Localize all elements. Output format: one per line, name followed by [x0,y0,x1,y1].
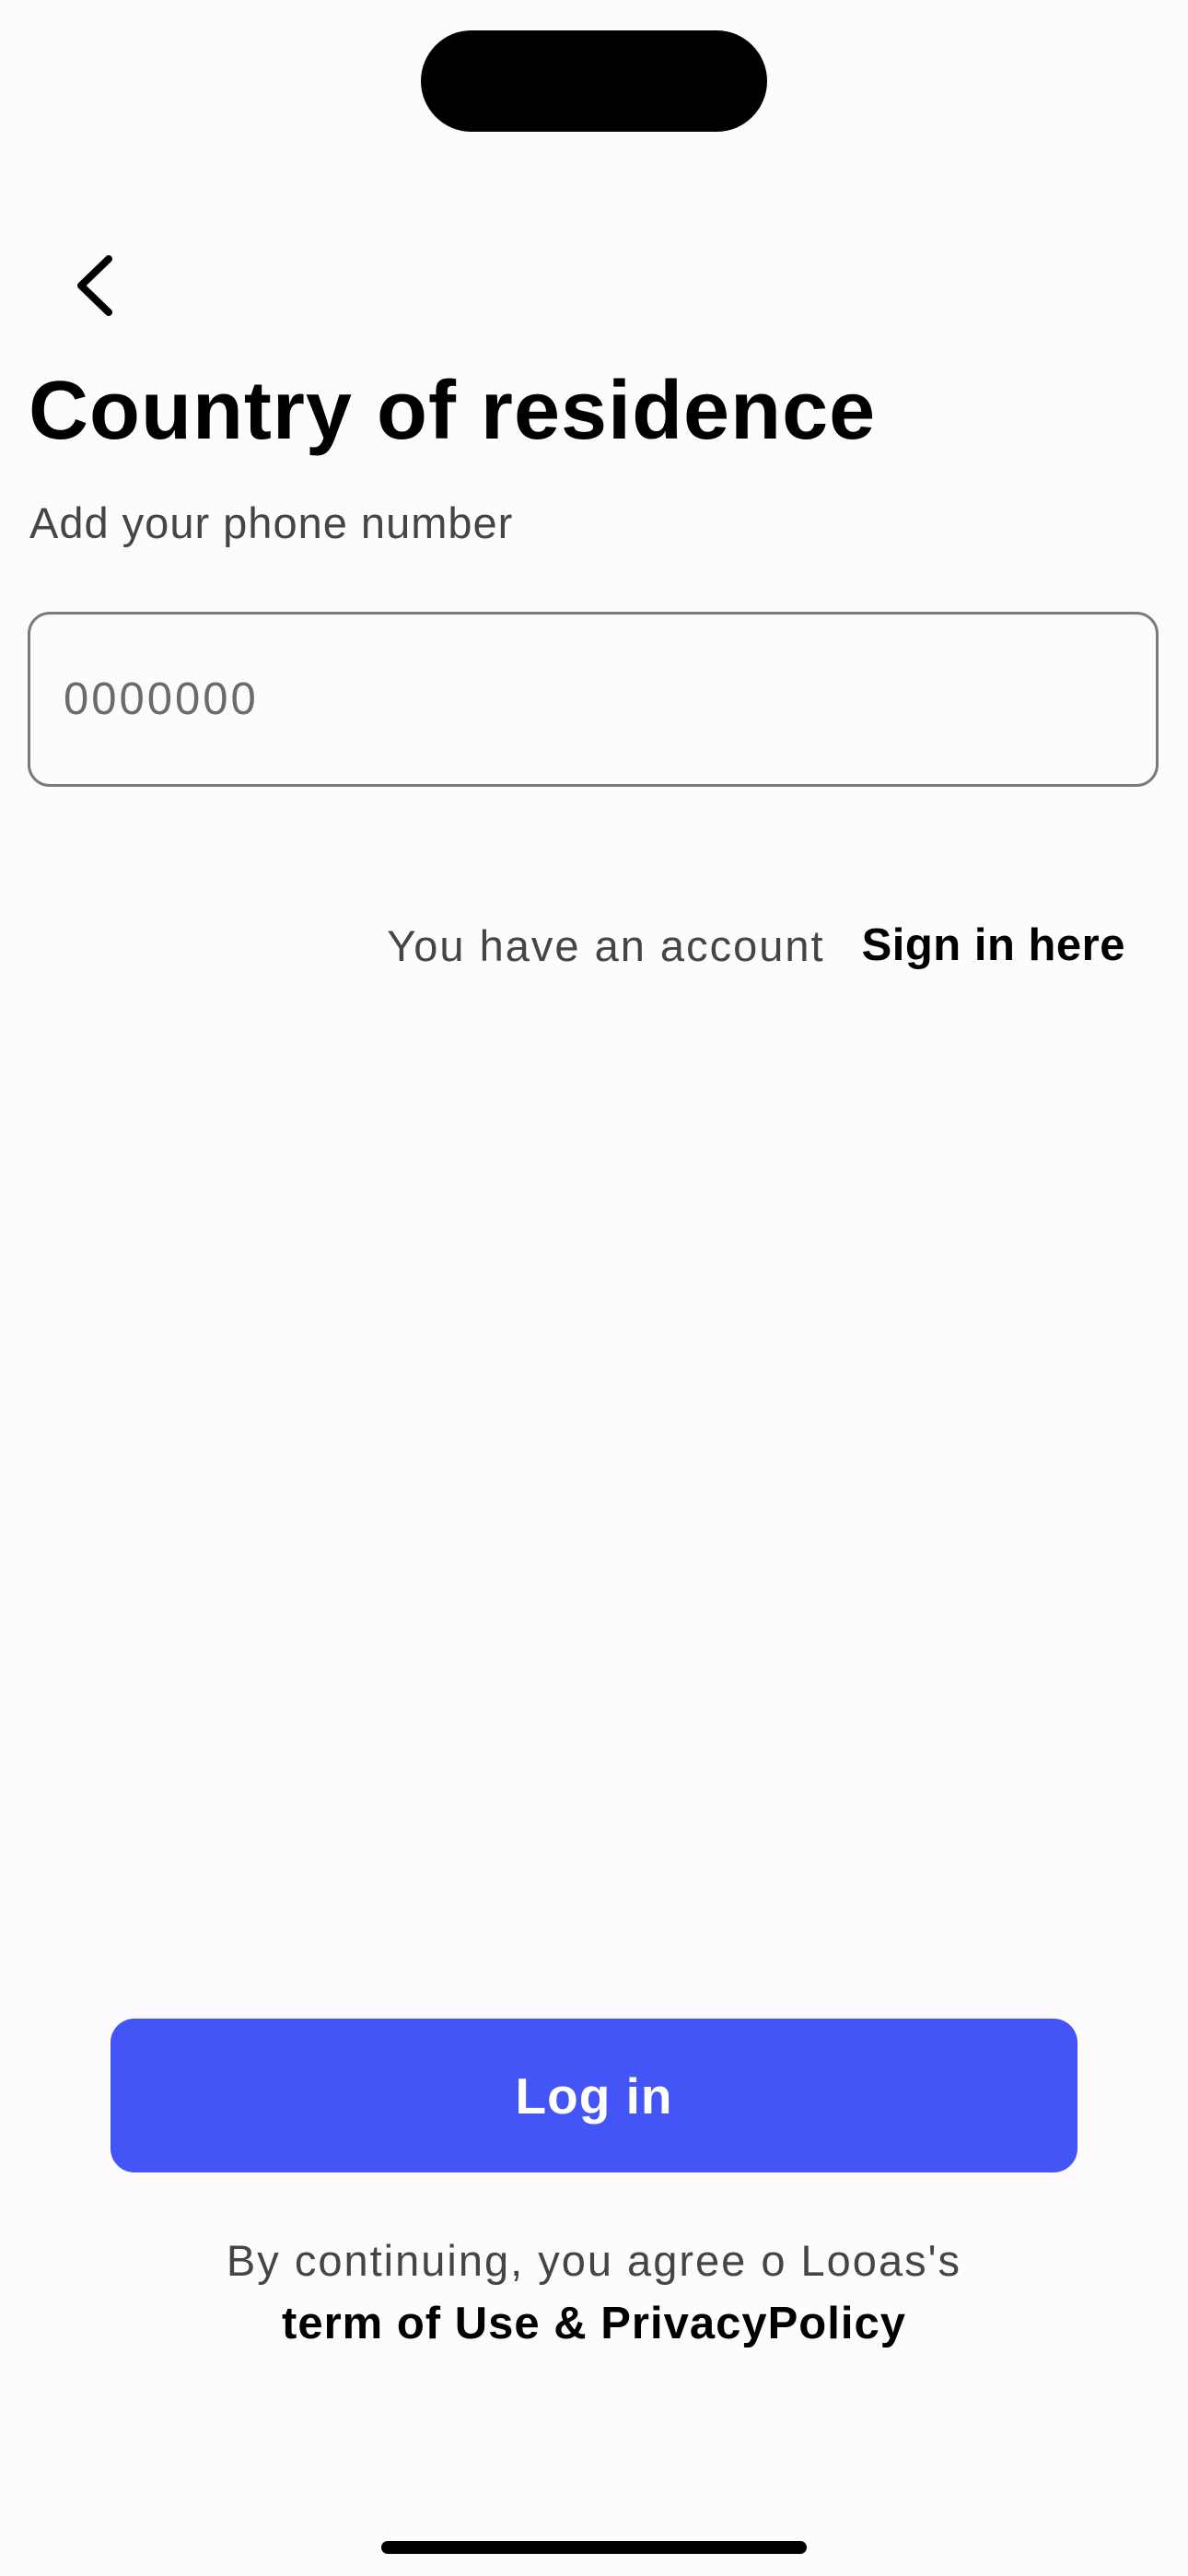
sign-in-link[interactable]: Sign in here [862,919,1125,971]
consent-notice: By continuing, you agree o Looas's term … [0,2230,1188,2355]
account-prompt-text: You have an account [387,920,825,970]
phone-number-input[interactable] [64,673,1123,725]
consent-text: By continuing, you agree o Looas's [226,2236,962,2285]
status-bar [0,0,1188,157]
account-prompt: You have an account Sign in here [387,919,1125,971]
dynamic-island [421,30,767,132]
page-title: Country of residence [29,365,877,457]
home-indicator [381,2541,807,2554]
page-subtitle: Add your phone number [29,498,514,547]
phone-number-field[interactable] [28,612,1159,787]
login-button[interactable]: Log in [111,2019,1077,2172]
login-button-label: Log in [515,2067,673,2125]
chevron-left-icon [77,255,112,316]
terms-privacy-link[interactable]: term of Use & PrivacyPolicy [282,2292,906,2355]
back-button[interactable] [57,241,131,330]
